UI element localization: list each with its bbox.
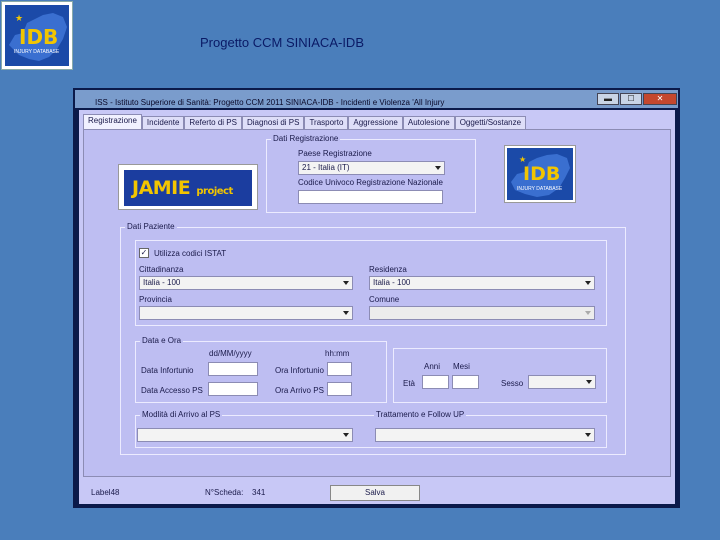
jamie-logo-main: JAMIE (132, 177, 191, 199)
arrivo-trattamento-frame: Modlità di Arrivo al PS Trattamento e Fo… (135, 410, 607, 448)
residenza-value: Italia - 100 (373, 278, 411, 287)
window-title: ISS - Istituto Superiore di Sanità: Prog… (95, 98, 445, 107)
ora-infortunio-input[interactable] (327, 362, 352, 376)
codice-univoco-input[interactable] (298, 190, 443, 204)
ora-infortunio-label: Ora Infortunio (275, 366, 324, 375)
mesi-label: Mesi (453, 362, 470, 371)
status-label: Label48 (91, 488, 120, 497)
comune-label: Comune (369, 295, 400, 304)
data-accesso-label: Data Accesso PS (141, 386, 203, 395)
ora-arrivo-input[interactable] (327, 382, 352, 396)
time-format-hint: hh:mm (325, 349, 350, 358)
dati-registrazione-group: Dati Registrazione Paese Registrazione 2… (266, 134, 476, 213)
sesso-select[interactable] (528, 375, 596, 389)
provincia-label: Provincia (139, 295, 172, 304)
data-infortunio-input[interactable] (208, 362, 258, 376)
chevron-down-icon (585, 433, 591, 437)
tab-autolesione[interactable]: Autolesione (402, 116, 455, 130)
date-format-hint: dd/MM/yyyy (209, 349, 252, 358)
cittadinanza-label: Cittadinanza (139, 265, 184, 274)
idb-logo-main: IDB (523, 163, 561, 185)
scheda-number: 341 (252, 488, 266, 497)
status-bar: Label48 N°Scheda: 341 Salva (79, 482, 675, 504)
chevron-down-icon (586, 380, 592, 384)
comune-select[interactable] (369, 306, 595, 320)
jamie-project-logo: JAMIE project (118, 164, 258, 210)
ora-arrivo-label: Ora Arrivo PS (275, 386, 324, 395)
slide-title: Progetto CCM SINIACA-IDB (200, 35, 364, 50)
tab-strip: Registrazione Incidente Referto di PS Di… (83, 114, 527, 130)
paese-registrazione-value: 21 - Italia (IT) (302, 163, 350, 172)
modalita-arrivo-select[interactable] (137, 428, 353, 442)
paese-registrazione-select[interactable]: 21 - Italia (IT) (298, 161, 445, 175)
istat-checkbox[interactable]: ✓ (139, 248, 149, 258)
slide-logo-tag: INJURY DATABASE (14, 49, 60, 55)
slide-idb-logo: ★ IDB INJURY DATABASE (1, 1, 73, 70)
tab-trasporto[interactable]: Trasporto (304, 116, 349, 130)
chevron-down-icon (343, 433, 349, 437)
chevron-down-icon (343, 281, 349, 285)
tab-oggetti-sostanze[interactable]: Oggetti/Sostanze (454, 116, 527, 130)
residenza-select[interactable]: Italia - 100 (369, 276, 595, 290)
close-button[interactable]: ✕ (643, 93, 677, 105)
app-window: ISS - Istituto Superiore di Sanità: Prog… (73, 88, 680, 508)
residenza-frame: ✓ Utilizza codici ISTAT Cittadinanza Ita… (135, 240, 607, 326)
svg-text:★: ★ (15, 14, 23, 24)
codice-univoco-label: Codice Univoco Registrazione Nazionale (298, 178, 443, 187)
tab-registrazione[interactable]: Registrazione (83, 114, 142, 130)
data-infortunio-label: Data Infortunio (141, 366, 194, 375)
scheda-label: N°Scheda: (205, 488, 244, 497)
data-ora-title: Data e Ora (140, 336, 184, 345)
tab-diagnosi-ps[interactable]: Diagnosi di PS (241, 116, 305, 130)
chevron-down-icon (435, 166, 441, 170)
data-accesso-input[interactable] (208, 382, 258, 396)
modalita-arrivo-label: Modlità di Arrivo al PS (140, 410, 223, 419)
dati-paziente-title: Dati Paziente (125, 222, 177, 231)
istat-label: Utilizza codici ISTAT (154, 249, 227, 258)
mesi-input[interactable] (452, 375, 479, 389)
provincia-select[interactable] (139, 306, 353, 320)
trattamento-label: Trattamento e Follow UP (374, 410, 467, 419)
idb-logo: ★ IDB INJURY DATABASE (504, 145, 576, 203)
chevron-down-icon (585, 311, 591, 315)
cittadinanza-value: Italia - 100 (143, 278, 181, 287)
paese-registrazione-label: Paese Registrazione (298, 149, 372, 158)
idb-logo-tag: INJURY DATABASE (517, 186, 563, 192)
tab-referto-ps[interactable]: Referto di PS (184, 116, 242, 130)
salva-button[interactable]: Salva (330, 485, 420, 501)
anni-input[interactable] (422, 375, 449, 389)
tab-incidente[interactable]: Incidente (141, 116, 185, 130)
registrazione-panel: JAMIE project ★ IDB INJURY DATABASE Dati… (83, 129, 671, 477)
maximize-button[interactable]: ☐ (620, 93, 642, 105)
jamie-logo-sub: project (196, 186, 233, 197)
chevron-down-icon (343, 311, 349, 315)
anni-label: Anni (424, 362, 441, 371)
trattamento-select[interactable] (375, 428, 595, 442)
window-titlebar[interactable]: ISS - Istituto Superiore di Sanità: Prog… (75, 90, 678, 108)
data-ora-frame: Data e Ora dd/MM/yyyy hh:mm Data Infortu… (135, 336, 387, 403)
dati-paziente-group: Dati Paziente ✓ Utilizza codici ISTAT Ci… (120, 222, 626, 455)
eta-sesso-frame: Anni Mesi Età Sesso (393, 348, 607, 403)
tab-aggressione[interactable]: Aggressione (348, 116, 403, 130)
slide-logo-main: IDB (19, 25, 59, 49)
sesso-label: Sesso (501, 379, 524, 388)
eta-label: Età (403, 379, 416, 388)
cittadinanza-select[interactable]: Italia - 100 (139, 276, 353, 290)
minimize-button[interactable]: ▬ (597, 93, 619, 105)
window-client: Registrazione Incidente Referto di PS Di… (79, 110, 675, 504)
residenza-label: Residenza (369, 265, 407, 274)
dati-registrazione-title: Dati Registrazione (271, 134, 341, 143)
chevron-down-icon (585, 281, 591, 285)
